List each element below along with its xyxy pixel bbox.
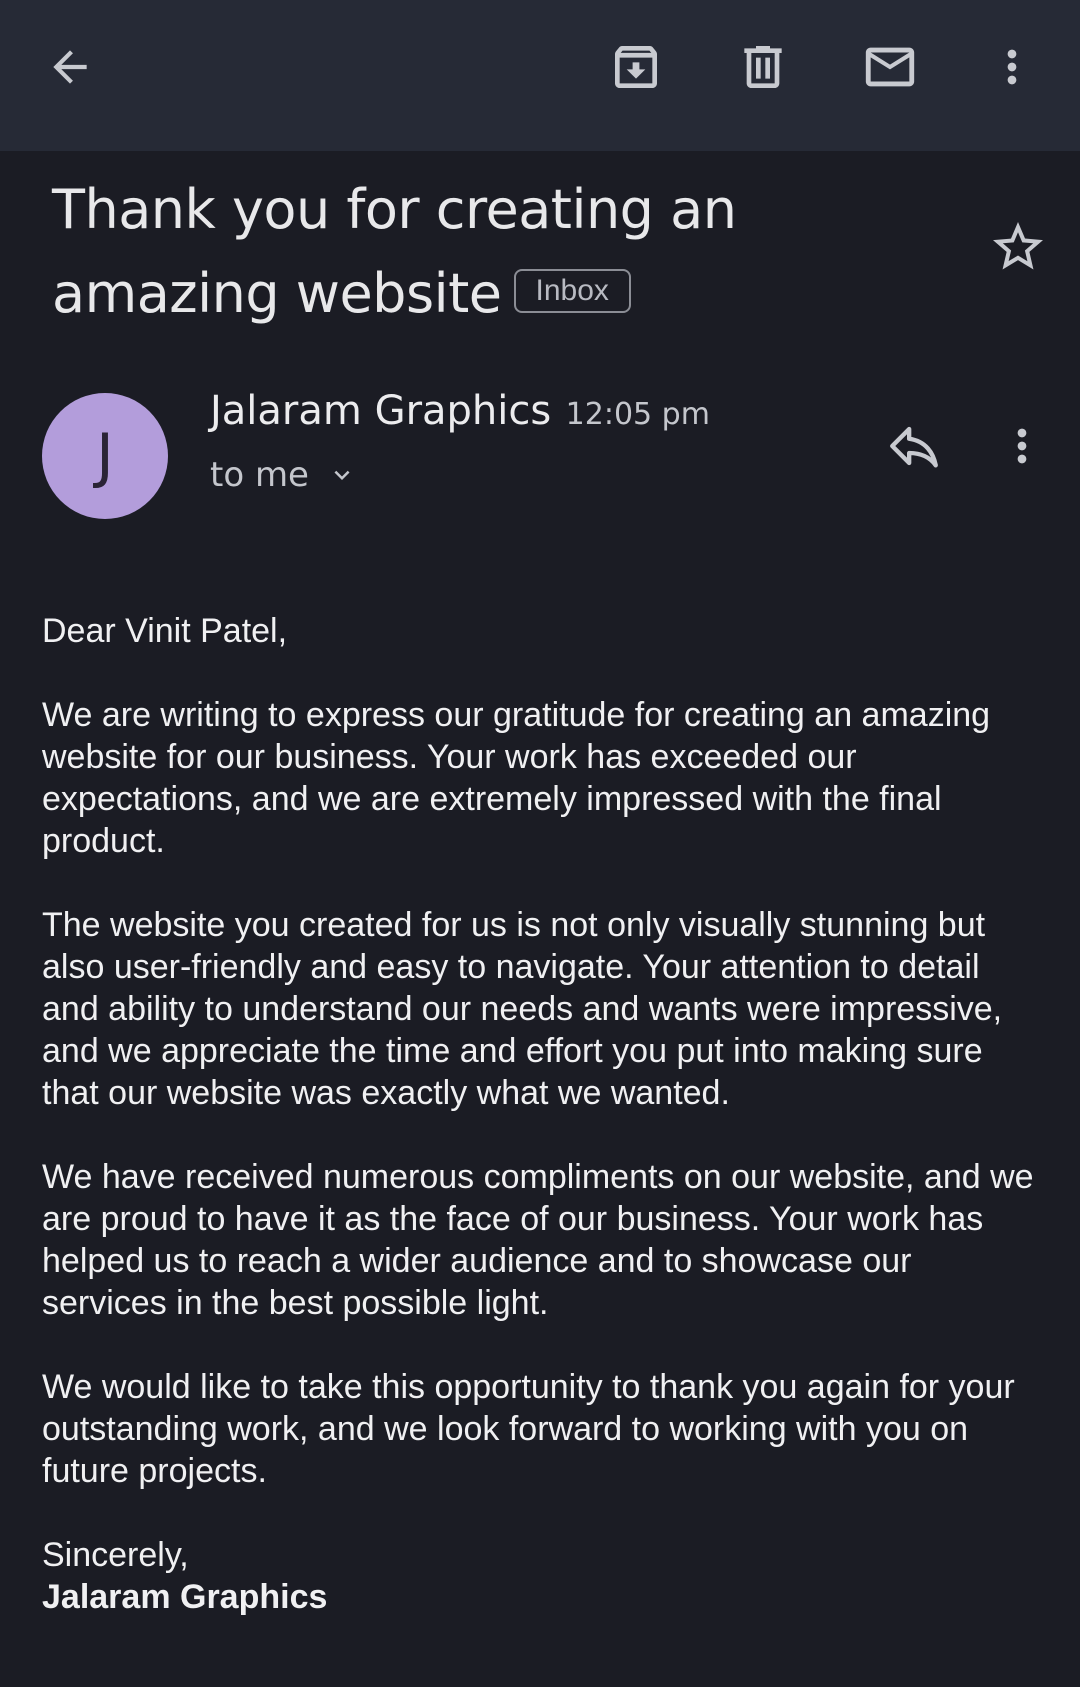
subject-header: Thank you for creating an amazing websit… xyxy=(52,168,952,336)
subject-text: Thank you for creating an amazing websit… xyxy=(52,178,737,325)
reply-icon xyxy=(890,426,938,468)
closing: Sincerely, xyxy=(42,1536,189,1574)
avatar-initial: J xyxy=(96,421,114,491)
reply-button[interactable] xyxy=(874,406,954,486)
recipient-text: to me xyxy=(210,455,309,495)
back-button[interactable] xyxy=(30,27,110,107)
star-button[interactable] xyxy=(978,207,1058,287)
more-options-button[interactable] xyxy=(972,27,1052,107)
archive-button[interactable] xyxy=(596,27,676,107)
body-paragraph: We would like to take this opportunity t… xyxy=(42,1368,1015,1490)
email-body: Dear Vinit Patel, We are writing to expr… xyxy=(42,610,1042,1618)
signature: Jalaram Graphics xyxy=(42,1578,328,1616)
more-vert-icon xyxy=(1007,49,1017,85)
recipient-details-toggle[interactable]: to me xyxy=(210,455,357,495)
inbox-label-chip[interactable]: Inbox xyxy=(513,269,631,314)
mark-unread-icon xyxy=(865,47,915,87)
message-more-button[interactable] xyxy=(982,406,1062,486)
sent-time: 12:05 pm xyxy=(565,397,710,432)
star-outline-icon xyxy=(993,222,1043,270)
sender-name: Jalaram Graphics xyxy=(210,388,552,434)
body-paragraph: The website you created for us is not on… xyxy=(42,906,1003,1112)
body-paragraph: We have received numerous compliments on… xyxy=(42,1158,1034,1322)
delete-button[interactable] xyxy=(723,27,803,107)
delete-icon xyxy=(744,46,782,88)
mark-unread-button[interactable] xyxy=(850,27,930,107)
top-app-bar xyxy=(0,0,1080,151)
archive-icon xyxy=(615,46,657,88)
more-vert-icon xyxy=(1017,428,1027,464)
sender-avatar[interactable]: J xyxy=(42,393,168,519)
email-subject: Thank you for creating an amazing websit… xyxy=(52,168,952,336)
sender-info: Jalaram Graphics 12:05 pm xyxy=(210,388,710,434)
back-arrow-icon xyxy=(53,50,87,84)
body-paragraph: We are writing to express our gratitude … xyxy=(42,696,991,860)
greeting: Dear Vinit Patel, xyxy=(42,612,288,650)
chevron-down-icon xyxy=(327,460,357,490)
